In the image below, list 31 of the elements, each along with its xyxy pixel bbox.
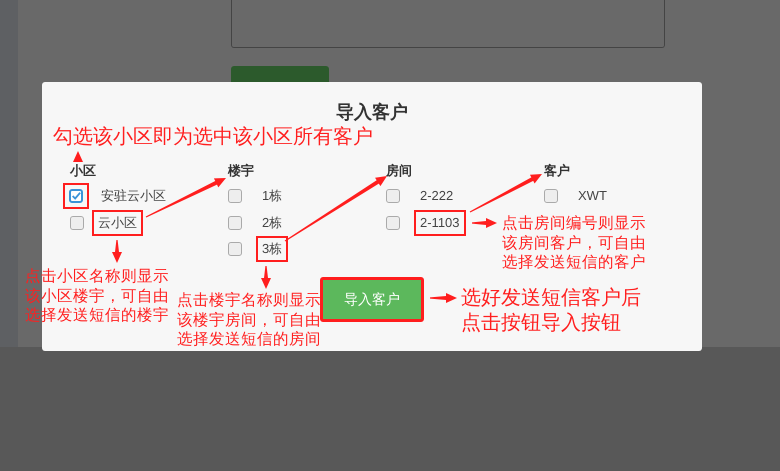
- column-heading: 小区: [70, 162, 96, 180]
- item-label[interactable]: 2-1103: [414, 210, 466, 236]
- item-label[interactable]: XWT: [572, 183, 613, 210]
- checkbox[interactable]: [544, 189, 558, 204]
- column-heading: 房间: [386, 162, 412, 180]
- item-label[interactable]: 安驻云小区: [95, 183, 172, 210]
- annotation-arrow: [472, 218, 497, 228]
- annotation-arrow: [430, 293, 457, 303]
- text-area[interactable]: [231, 0, 665, 48]
- annotation-note: 选好发送短信客户后点击按钮导入按钮: [461, 286, 642, 336]
- item-label[interactable]: 2栋: [256, 210, 288, 236]
- annotation-arrow: [261, 266, 271, 289]
- annotation-arrow: [73, 151, 83, 162]
- checkbox[interactable]: [70, 216, 84, 230]
- annotation-note: 勾选该小区即为选中该小区所有客户: [53, 125, 374, 150]
- column-heading: 楼宇: [228, 162, 254, 180]
- item-label[interactable]: 1栋: [256, 183, 288, 210]
- checkbox[interactable]: [386, 189, 400, 204]
- checkbox[interactable]: [228, 189, 242, 204]
- annotation-note: 点击楼宇名称则显示该楼宇房间，可自由选择发送短信的房间: [177, 291, 322, 350]
- annotation-arrow: [112, 240, 122, 263]
- checkbox[interactable]: [228, 216, 242, 230]
- item-label[interactable]: 3栋: [256, 236, 288, 262]
- annotation-note: 点击房间编号则显示该房间客户，可自由选择发送短信的客户: [502, 214, 647, 272]
- checkbox[interactable]: [69, 189, 83, 204]
- column-heading: 客户: [544, 162, 570, 180]
- checkbox[interactable]: [386, 216, 400, 230]
- dialog-title: 导入客户: [336, 101, 408, 124]
- checkbox[interactable]: [228, 242, 242, 256]
- item-label[interactable]: 2-222: [414, 183, 460, 210]
- item-label[interactable]: 云小区: [92, 210, 143, 236]
